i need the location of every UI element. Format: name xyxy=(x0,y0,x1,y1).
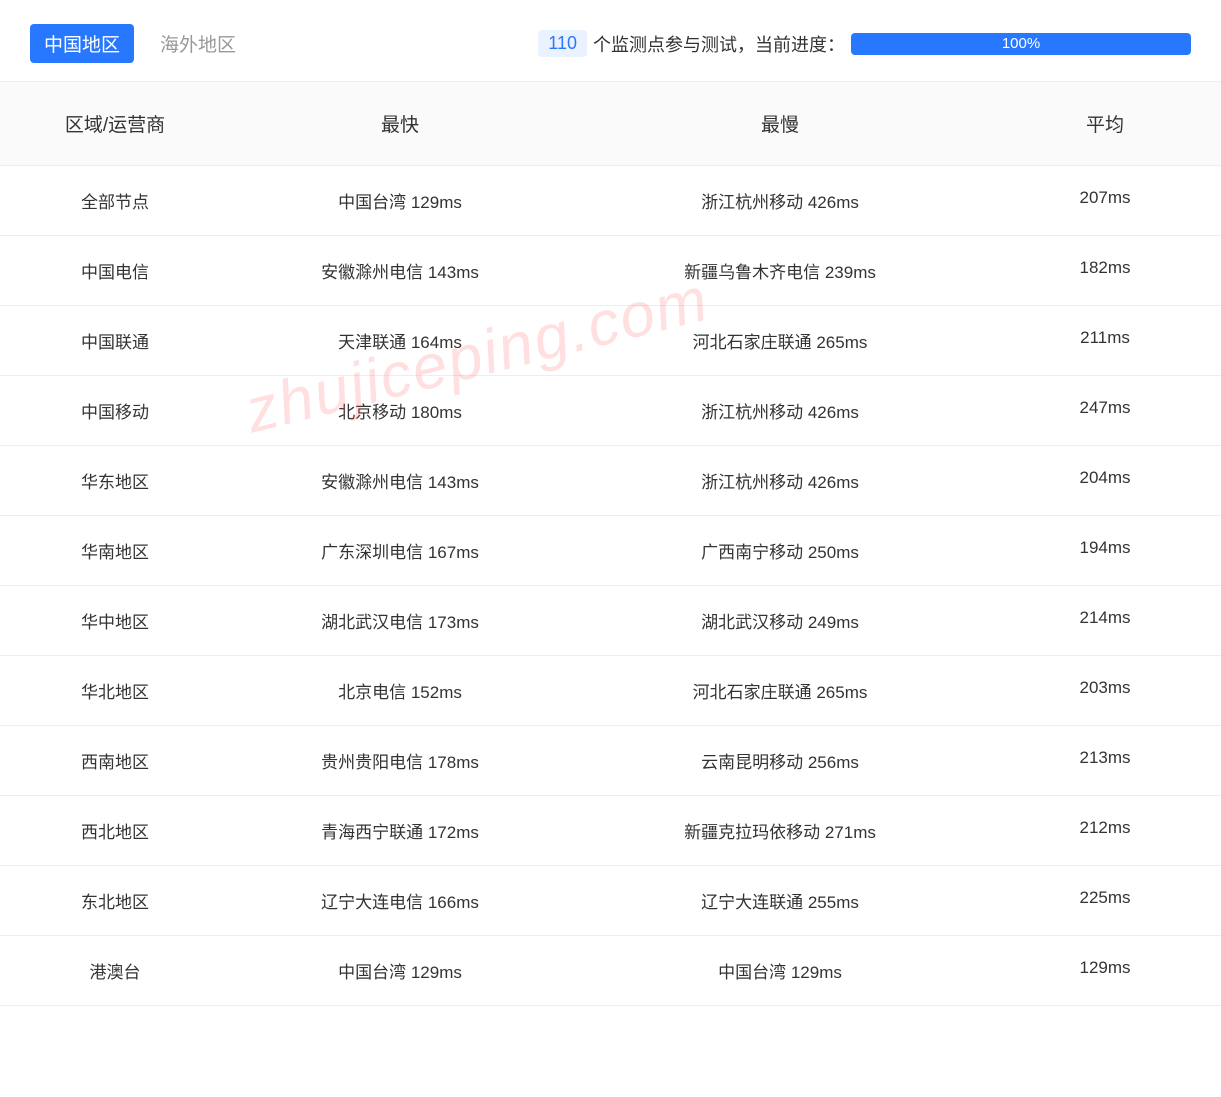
cell-region: 中国电信 xyxy=(0,258,230,283)
cell-fastest: 辽宁大连电信 166ms xyxy=(230,888,570,913)
cell-region: 西南地区 xyxy=(0,748,230,773)
top-bar: 中国地区 海外地区 110 个监测点参与测试，当前进度： 100% xyxy=(0,0,1221,81)
cell-fastest: 青海西宁联通 172ms xyxy=(230,818,570,843)
table-header: 区域/运营商 最快 最慢 平均 xyxy=(0,81,1221,166)
cell-slowest: 广西南宁移动 250ms xyxy=(570,538,990,563)
results-table: 区域/运营商 最快 最慢 平均 全部节点 中国台湾 129ms 浙江杭州移动 4… xyxy=(0,81,1221,1006)
cell-fastest: 安徽滁州电信 143ms xyxy=(230,258,570,283)
table-row[interactable]: 全部节点 中国台湾 129ms 浙江杭州移动 426ms 207ms xyxy=(0,166,1221,236)
cell-slowest: 云南昆明移动 256ms xyxy=(570,748,990,773)
cell-slowest: 湖北武汉移动 249ms xyxy=(570,608,990,633)
cell-region: 中国联通 xyxy=(0,328,230,353)
cell-region: 全部节点 xyxy=(0,188,230,213)
table-row[interactable]: 西南地区 贵州贵阳电信 178ms 云南昆明移动 256ms 213ms xyxy=(0,726,1221,796)
header-slowest: 最慢 xyxy=(570,110,990,137)
cell-region: 中国移动 xyxy=(0,398,230,423)
cell-avg: 203ms xyxy=(990,678,1220,703)
table-row[interactable]: 中国电信 安徽滁州电信 143ms 新疆乌鲁木齐电信 239ms 182ms xyxy=(0,236,1221,306)
cell-avg: 213ms xyxy=(990,748,1220,773)
table-row[interactable]: 中国移动 北京移动 180ms 浙江杭州移动 426ms 247ms xyxy=(0,376,1221,446)
cell-avg: 211ms xyxy=(990,328,1220,353)
table-row[interactable]: 华中地区 湖北武汉电信 173ms 湖北武汉移动 249ms 214ms xyxy=(0,586,1221,656)
cell-fastest: 贵州贵阳电信 178ms xyxy=(230,748,570,773)
cell-fastest: 中国台湾 129ms xyxy=(230,188,570,213)
cell-fastest: 北京移动 180ms xyxy=(230,398,570,423)
cell-avg: 247ms xyxy=(990,398,1220,423)
cell-region: 西北地区 xyxy=(0,818,230,843)
monitor-count: 110 xyxy=(538,30,587,57)
table-row[interactable]: 西北地区 青海西宁联通 172ms 新疆克拉玛依移动 271ms 212ms xyxy=(0,796,1221,866)
cell-fastest: 湖北武汉电信 173ms xyxy=(230,608,570,633)
table-row[interactable]: 华南地区 广东深圳电信 167ms 广西南宁移动 250ms 194ms xyxy=(0,516,1221,586)
cell-avg: 204ms xyxy=(990,468,1220,493)
table-row[interactable]: 中国联通 天津联通 164ms 河北石家庄联通 265ms 211ms xyxy=(0,306,1221,376)
cell-avg: 129ms xyxy=(990,958,1220,983)
cell-slowest: 河北石家庄联通 265ms xyxy=(570,678,990,703)
cell-avg: 207ms xyxy=(990,188,1220,213)
cell-slowest: 浙江杭州移动 426ms xyxy=(570,468,990,493)
cell-avg: 214ms xyxy=(990,608,1220,633)
cell-region: 华北地区 xyxy=(0,678,230,703)
cell-region: 华东地区 xyxy=(0,468,230,493)
header-fastest: 最快 xyxy=(230,110,570,137)
cell-slowest: 辽宁大连联通 255ms xyxy=(570,888,990,913)
cell-slowest: 中国台湾 129ms xyxy=(570,958,990,983)
cell-fastest: 中国台湾 129ms xyxy=(230,958,570,983)
table-row[interactable]: 东北地区 辽宁大连电信 166ms 辽宁大连联通 255ms 225ms xyxy=(0,866,1221,936)
progress-bar: 100% xyxy=(851,33,1191,55)
cell-slowest: 新疆克拉玛依移动 271ms xyxy=(570,818,990,843)
tab-overseas[interactable]: 海外地区 xyxy=(146,24,250,63)
table-row[interactable]: 华东地区 安徽滁州电信 143ms 浙江杭州移动 426ms 204ms xyxy=(0,446,1221,516)
cell-region: 东北地区 xyxy=(0,888,230,913)
table-row[interactable]: 港澳台 中国台湾 129ms 中国台湾 129ms 129ms xyxy=(0,936,1221,1006)
header-region: 区域/运营商 xyxy=(0,110,230,137)
cell-slowest: 新疆乌鲁木齐电信 239ms xyxy=(570,258,990,283)
progress-area: 110 个监测点参与测试，当前进度： 100% xyxy=(538,30,1191,57)
cell-fastest: 安徽滁州电信 143ms xyxy=(230,468,570,493)
cell-fastest: 北京电信 152ms xyxy=(230,678,570,703)
tab-china[interactable]: 中国地区 xyxy=(30,24,134,63)
cell-slowest: 浙江杭州移动 426ms xyxy=(570,188,990,213)
cell-slowest: 河北石家庄联通 265ms xyxy=(570,328,990,353)
cell-fastest: 广东深圳电信 167ms xyxy=(230,538,570,563)
table-row[interactable]: 华北地区 北京电信 152ms 河北石家庄联通 265ms 203ms xyxy=(0,656,1221,726)
cell-avg: 225ms xyxy=(990,888,1220,913)
cell-slowest: 浙江杭州移动 426ms xyxy=(570,398,990,423)
cell-avg: 182ms xyxy=(990,258,1220,283)
progress-label: 个监测点参与测试，当前进度： xyxy=(593,31,845,57)
cell-region: 华南地区 xyxy=(0,538,230,563)
cell-region: 华中地区 xyxy=(0,608,230,633)
cell-region: 港澳台 xyxy=(0,958,230,983)
cell-avg: 194ms xyxy=(990,538,1220,563)
cell-fastest: 天津联通 164ms xyxy=(230,328,570,353)
header-avg: 平均 xyxy=(990,110,1220,137)
cell-avg: 212ms xyxy=(990,818,1220,843)
progress-fill: 100% xyxy=(851,33,1191,55)
